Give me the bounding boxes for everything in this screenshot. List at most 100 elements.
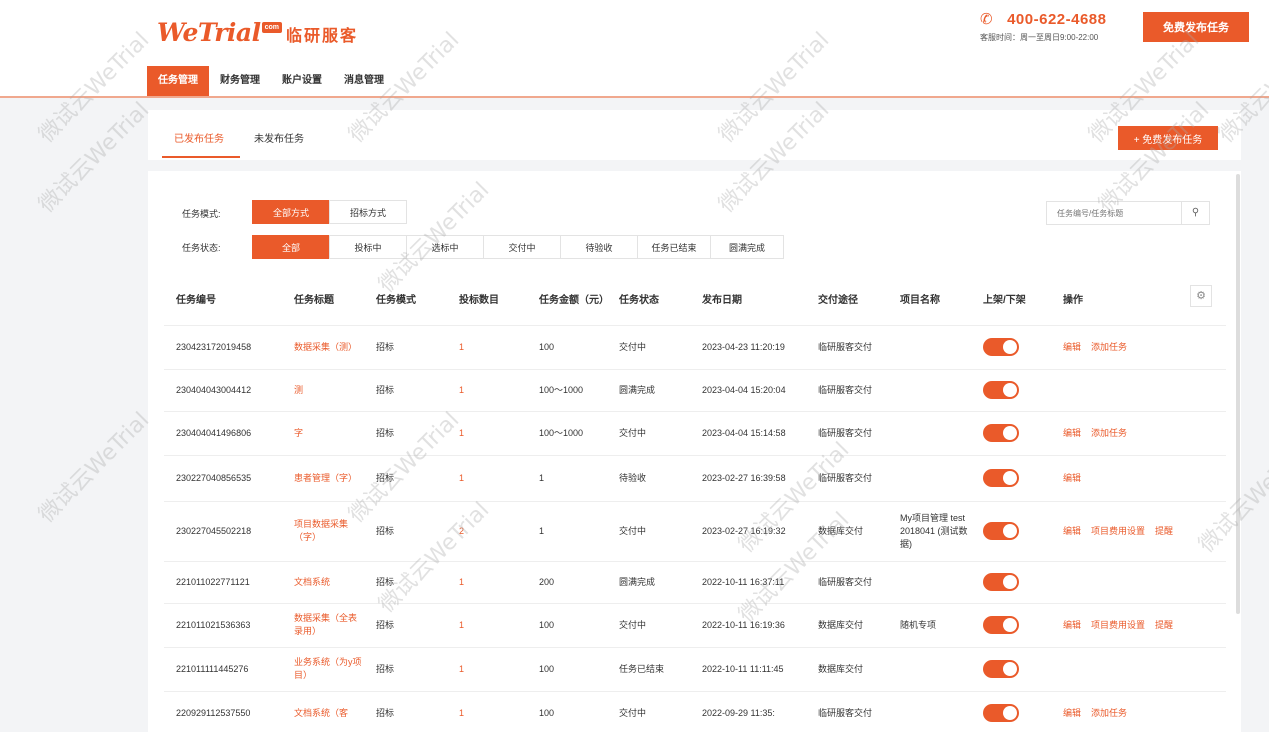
action-link[interactable]: 编辑 — [1063, 342, 1081, 352]
cell-amount: 100 — [527, 324, 607, 369]
cell-bids[interactable]: 1 — [447, 690, 527, 732]
scrollbar[interactable] — [1236, 174, 1240, 614]
cell-title[interactable]: 业务系统（为y项目） — [282, 646, 364, 691]
logo-badge: com — [261, 22, 282, 33]
logo-chinese: 临研服客 — [286, 27, 359, 45]
nav-messages[interactable]: 消息管理 — [333, 66, 395, 96]
table-row: 221011022771121 文档系统 招标 1 200 圆满完成 2022-10-11 … — [164, 560, 1226, 603]
cell-mode: 招标 — [364, 410, 447, 455]
cell-title[interactable]: 测 — [282, 368, 364, 411]
shelf-toggle[interactable] — [983, 704, 1019, 723]
status-bidding[interactable]: 投标中 — [329, 235, 407, 259]
tab-published[interactable]: 已发布任务 — [174, 130, 224, 145]
cell-shelf — [971, 602, 1051, 647]
search-input[interactable] — [1047, 202, 1181, 224]
action-link[interactable]: 编辑 — [1063, 428, 1081, 438]
cell-task-id: 230423172019458 — [164, 324, 282, 369]
cell-status: 圆满完成 — [607, 368, 690, 411]
status-all[interactable]: 全部 — [252, 235, 330, 259]
cell-bids[interactable]: 1 — [447, 560, 527, 603]
cell-bids[interactable]: 1 — [447, 324, 527, 369]
action-link[interactable]: 编辑 — [1063, 526, 1081, 536]
cell-delivery: 临研服客交付 — [806, 690, 888, 732]
status-completed[interactable]: 圆满完成 — [710, 235, 784, 259]
cell-shelf — [971, 560, 1051, 603]
cell-bids[interactable]: 1 — [447, 410, 527, 455]
table-row: 230423172019458 数据采集（测） 招标 1 100 交付中 2023-04-2… — [164, 324, 1226, 369]
cell-bids[interactable]: 1 — [447, 602, 527, 647]
cell-title[interactable]: 项目数据采集（字） — [282, 500, 364, 561]
action-link[interactable]: 项目费用设置 — [1091, 526, 1145, 536]
status-ended[interactable]: 任务已结束 — [637, 235, 711, 259]
new-task-button[interactable]: + 免费发布任务 — [1118, 126, 1218, 150]
table-row: 230227040856535 患者管理（字） 招标 1 1 待验收 2023-02-27 … — [164, 454, 1226, 501]
shelf-toggle[interactable] — [983, 424, 1019, 442]
logo-wordmark: WeTrial — [157, 18, 261, 47]
cell-delivery: 临研服客交付 — [806, 324, 888, 369]
nav-finance[interactable]: 财务管理 — [209, 66, 271, 96]
cell-amount: 100～1000 — [527, 368, 607, 411]
cell-shelf — [971, 324, 1051, 369]
mode-all[interactable]: 全部方式 — [252, 200, 330, 224]
action-link[interactable]: 编辑 — [1063, 620, 1081, 630]
search-icon[interactable]: ⚲ — [1181, 202, 1209, 224]
cell-actions: 编辑 添加任务 — [1051, 690, 1226, 732]
cell-project — [888, 454, 971, 501]
cell-title[interactable]: 数据采集（测） — [282, 324, 364, 369]
table-row: 220929112537550 文档系统（客 招标 1 100 交付中 2022-09-29… — [164, 690, 1226, 732]
cell-delivery: 临研服客交付 — [806, 454, 888, 501]
cell-actions: 编辑 — [1051, 454, 1226, 501]
shelf-toggle[interactable] — [983, 338, 1019, 356]
shelf-toggle[interactable] — [983, 616, 1019, 634]
cell-task-id: 221011021536363 — [164, 602, 282, 647]
table-body: 230423172019458 数据采集（测） 招标 1 100 交付中 2023-04-2… — [164, 324, 1226, 732]
tab-unpublished[interactable]: 未发布任务 — [254, 130, 304, 145]
cell-date: 2023-04-04 15:20:04 — [690, 368, 806, 411]
action-link[interactable]: 添加任务 — [1091, 708, 1127, 718]
cell-actions: 编辑 添加任务 — [1051, 410, 1226, 455]
status-selecting[interactable]: 选标中 — [406, 235, 484, 259]
action-link[interactable]: 添加任务 — [1091, 342, 1127, 352]
shelf-toggle[interactable] — [983, 660, 1019, 678]
shelf-toggle[interactable] — [983, 522, 1019, 540]
cell-task-id: 230227045502218 — [164, 500, 282, 561]
action-link[interactable]: 编辑 — [1063, 473, 1081, 483]
action-link[interactable]: 提醒 — [1155, 620, 1173, 630]
cell-status: 交付中 — [607, 410, 690, 455]
cell-actions: 编辑 项目费用设置 提醒 — [1051, 602, 1226, 647]
shelf-toggle[interactable] — [983, 573, 1019, 591]
cell-bids[interactable]: 1 — [447, 368, 527, 411]
shelf-toggle[interactable] — [983, 381, 1019, 399]
main-nav: 任务管理 财务管理 账户设置 消息管理 — [147, 66, 395, 96]
cell-bids[interactable]: 2 — [447, 500, 527, 561]
action-link[interactable]: 提醒 — [1155, 526, 1173, 536]
mode-bidding[interactable]: 招标方式 — [329, 200, 407, 224]
mode-filter: 全部方式 招标方式 — [252, 200, 407, 224]
col-date: 发布日期 — [702, 294, 742, 306]
action-link[interactable]: 添加任务 — [1091, 428, 1127, 438]
nav-account-settings[interactable]: 账户设置 — [271, 66, 333, 96]
cell-title[interactable]: 患者管理（字） — [282, 454, 364, 501]
action-link[interactable]: 项目费用设置 — [1091, 620, 1145, 630]
mode-filter-label: 任务模式: — [182, 209, 221, 219]
phone-block: ✆ 400-622-4688 — [980, 10, 1107, 29]
cell-title[interactable]: 数据采集（全表录用） — [282, 602, 364, 647]
cell-amount: 100 — [527, 690, 607, 732]
shelf-toggle[interactable] — [983, 469, 1019, 487]
cell-bids[interactable]: 1 — [447, 646, 527, 691]
cell-title[interactable]: 文档系统 — [282, 560, 364, 603]
nav-task-management[interactable]: 任务管理 — [147, 66, 209, 96]
cell-project — [888, 560, 971, 603]
cell-shelf — [971, 500, 1051, 561]
cell-project — [888, 410, 971, 455]
cell-title[interactable]: 字 — [282, 410, 364, 455]
cell-mode: 招标 — [364, 646, 447, 691]
status-pending-acceptance[interactable]: 待验收 — [560, 235, 638, 259]
table-header-row: 任务编号 任务标题 任务模式 投标数目 任务金额（元） 任务状态 发布日期 交付… — [164, 277, 1226, 325]
free-publish-button[interactable]: 免费发布任务 — [1143, 12, 1249, 42]
cell-title[interactable]: 文档系统（客 — [282, 690, 364, 732]
action-link[interactable]: 编辑 — [1063, 708, 1081, 718]
logo[interactable]: WeTrial com 临研服客 — [157, 18, 358, 47]
cell-bids[interactable]: 1 — [447, 454, 527, 501]
status-delivering[interactable]: 交付中 — [483, 235, 561, 259]
